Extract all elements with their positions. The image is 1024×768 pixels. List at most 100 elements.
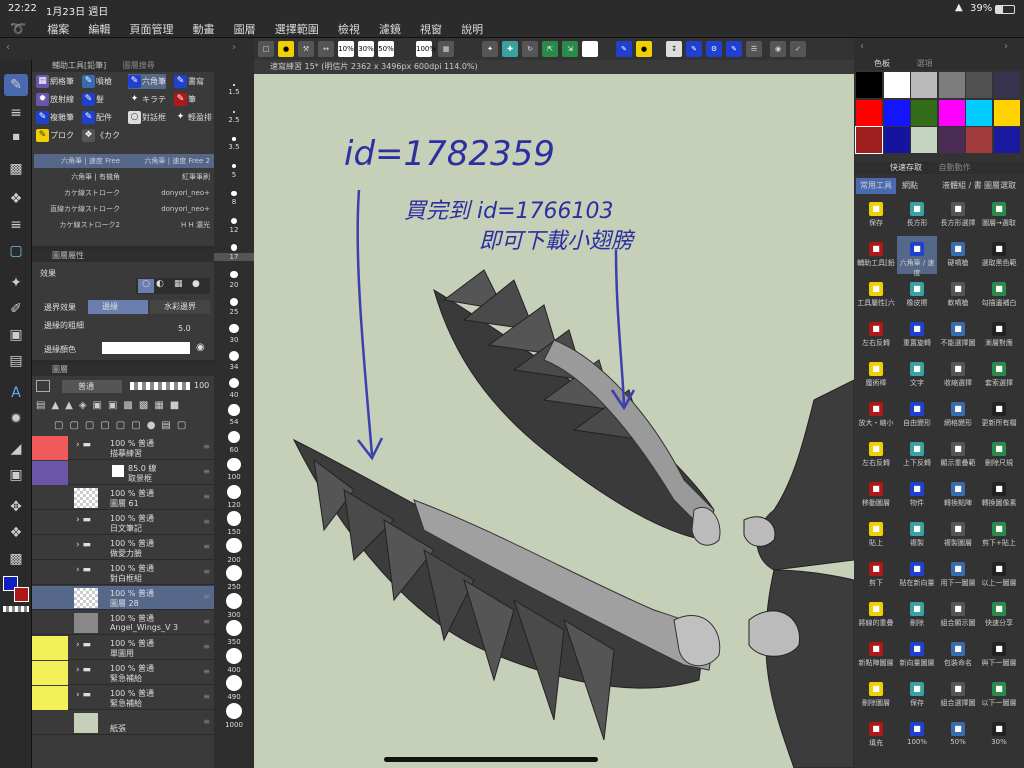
wrench-icon[interactable]: ⚒ xyxy=(298,41,314,57)
layer-lock-toggle[interactable] xyxy=(50,661,68,685)
quick-access-item[interactable]: ■ 魔術棒 xyxy=(856,356,896,394)
balloon-tool-icon[interactable]: ▤ xyxy=(4,350,28,372)
folder-icon[interactable]: › ▬ xyxy=(76,690,91,700)
collapse-left-icon[interactable]: ‹ xyxy=(6,42,10,53)
brush-size-label[interactable]: 5 xyxy=(214,171,254,179)
color-swatch[interactable] xyxy=(911,127,937,153)
subtool-panel-tab2[interactable]: 圖層搜尋 xyxy=(123,61,155,70)
quick-access-item[interactable]: ■ 用下一圖層 xyxy=(938,556,978,594)
border-option-edge[interactable]: 邊緣 xyxy=(88,300,148,314)
menu-help[interactable]: 說明 xyxy=(461,20,483,40)
layer-drag-handle[interactable]: ≡ xyxy=(203,717,210,726)
zoom-30-button[interactable]: 30% xyxy=(358,41,374,57)
collapse-left-icon-2[interactable]: › xyxy=(232,42,236,53)
app-logo-icon[interactable]: ➰ xyxy=(10,20,26,40)
subtool-complex-pen[interactable]: ✎ 複雜筆 xyxy=(36,110,74,125)
brush-size-label[interactable]: 12 xyxy=(214,226,254,234)
gradient-tool-icon[interactable]: ≡ xyxy=(4,214,28,236)
quick-access-item[interactable]: ■ 左右反轉 xyxy=(856,436,896,474)
subtool-hex-pen[interactable]: ✎ 六角筆 xyxy=(128,74,166,89)
quick-access-item[interactable]: ■ 勾描邊補白 xyxy=(979,276,1019,314)
tone-icon[interactable]: ▩ xyxy=(4,158,28,180)
subtool-light[interactable]: ✦ 輕盈排 xyxy=(174,110,212,125)
quick-access-item[interactable]: ■ 長方形選擇 xyxy=(938,196,978,234)
color-swatch[interactable] xyxy=(993,127,1020,153)
brush-size-dot[interactable] xyxy=(231,190,237,196)
color-pick-icon[interactable]: ◉ xyxy=(196,342,205,353)
menu-filter[interactable]: 濾鏡 xyxy=(379,20,401,40)
layer-row[interactable]: 紙張 ≡ xyxy=(32,711,214,735)
brush-size-dot[interactable] xyxy=(229,297,239,306)
pattern-effect-icon[interactable]: ▦ xyxy=(174,279,183,289)
marquee-tool-icon[interactable]: ❖ xyxy=(4,522,28,544)
burst-tool-icon[interactable]: ✹ xyxy=(4,408,28,430)
brush-size-dot[interactable] xyxy=(230,244,238,251)
quick-access-item[interactable]: ■ 文字 xyxy=(897,356,937,394)
layer-drag-handle[interactable]: ≡ xyxy=(203,467,210,476)
layer-drag-handle[interactable]: ≡ xyxy=(203,692,210,701)
quick-access-item[interactable]: ■ 左右反轉 xyxy=(856,316,896,354)
layers-icon[interactable]: ☰ xyxy=(746,41,762,57)
subtool-grid-pen[interactable]: ▦ 網格筆 xyxy=(36,74,74,89)
quick-access-item[interactable]: ■ 新向量圖層 xyxy=(897,636,937,674)
quick-access-item[interactable]: ■ 刪除圖層 xyxy=(856,676,896,714)
pen-settings-icon[interactable]: ⚙ xyxy=(706,41,722,57)
brush-size-dot[interactable] xyxy=(227,431,241,444)
collapse-right-icon[interactable]: ‹ xyxy=(860,41,864,52)
folder-icon[interactable]: › ▬ xyxy=(76,565,91,575)
quick-access-item[interactable]: ■ 組合顯示圖 xyxy=(938,596,978,634)
layer-drag-handle[interactable]: ≡ xyxy=(203,442,210,451)
subtool-block[interactable]: ✎ プロク xyxy=(36,128,74,143)
quick-access-item[interactable]: ■ 套索選擇 xyxy=(979,356,1019,394)
quick-access-item[interactable]: ■ 保存 xyxy=(897,676,937,714)
subtool-sparkle[interactable]: ✦ キラテ xyxy=(128,92,166,107)
layer-row[interactable]: › ▬ 100 % 普通 單圖用 ≡ xyxy=(32,636,214,660)
fit-width-icon[interactable]: ⇲ xyxy=(562,41,578,57)
subtool-hair[interactable]: ✎ 髮 xyxy=(82,92,104,107)
color-panel-tab2[interactable]: 選項 xyxy=(917,59,933,68)
text-tool-icon[interactable]: A xyxy=(4,382,28,404)
brush-row-2[interactable]: 六角筆 | 有機角 紅筆筆刷 xyxy=(34,170,214,184)
brush-size-dot[interactable] xyxy=(226,592,242,609)
brush-size-label[interactable]: 250 xyxy=(214,583,254,591)
layer-lock-toggle[interactable] xyxy=(50,561,68,585)
quick-access-item[interactable]: ■ 貼上 xyxy=(856,516,896,554)
menu-page[interactable]: 頁面管理 xyxy=(129,20,173,40)
layer-visibility-toggle[interactable] xyxy=(32,636,50,660)
color-swatch[interactable] xyxy=(938,127,965,153)
quick-access-item[interactable]: ■ 填充 xyxy=(856,716,896,754)
brush-size-label[interactable]: 34 xyxy=(214,363,254,371)
brush-size-label[interactable]: 17 xyxy=(214,253,254,261)
canvas-tab[interactable]: 速寫練習 15* (明信片 2362 x 3496px 600dpi 114.0… xyxy=(254,60,854,74)
color-swatch[interactable] xyxy=(855,126,883,154)
background-color[interactable] xyxy=(14,587,29,602)
quick-access-item[interactable]: ■ 新點陣圖層 xyxy=(856,636,896,674)
flip-icon[interactable]: ✚ xyxy=(502,41,518,57)
layer-visibility-toggle[interactable] xyxy=(32,486,50,510)
layer-lock-toggle[interactable] xyxy=(50,611,68,635)
brush-size-label[interactable]: 3.5 xyxy=(214,143,254,151)
color-swatch[interactable] xyxy=(856,72,882,98)
quick-access-item[interactable]: ■ 50% xyxy=(938,716,978,754)
quick-access-item[interactable]: ■ 保存 xyxy=(856,196,896,234)
quick-access-item[interactable]: ■ 剪下 xyxy=(856,556,896,594)
quick-access-item[interactable]: ■ 不能選擇圖 xyxy=(938,316,978,354)
pen-2-tool-icon[interactable]: ✐ xyxy=(4,298,28,320)
quick-access-item[interactable]: ■ 工具屬性[六 xyxy=(856,276,896,314)
menu-layer[interactable]: 圖層 xyxy=(234,20,256,40)
menu-animation[interactable]: 動畫 xyxy=(193,20,215,40)
sparkle-tool-icon[interactable]: ✦ xyxy=(4,272,28,294)
layer-drag-handle[interactable]: ≡ xyxy=(203,492,210,501)
border-color-swatch[interactable] xyxy=(102,342,190,354)
quick-access-item[interactable]: ■ 收縮選擇 xyxy=(938,356,978,394)
eyedropper-icon[interactable]: ✓ xyxy=(790,41,806,57)
color-swatch[interactable] xyxy=(883,127,910,153)
qa-tab-liquid[interactable]: 液體組 / 書 xyxy=(938,178,986,194)
brush-size-label[interactable]: 8 xyxy=(214,198,254,206)
layer-visibility-toggle[interactable] xyxy=(32,586,50,610)
brush-size-dot[interactable] xyxy=(231,217,237,224)
brush-size-label[interactable]: 200 xyxy=(214,556,254,564)
brush-size-label[interactable]: 400 xyxy=(214,666,254,674)
blank-icon[interactable] xyxy=(582,41,598,57)
layer-drag-handle[interactable]: ≡ xyxy=(203,667,210,676)
